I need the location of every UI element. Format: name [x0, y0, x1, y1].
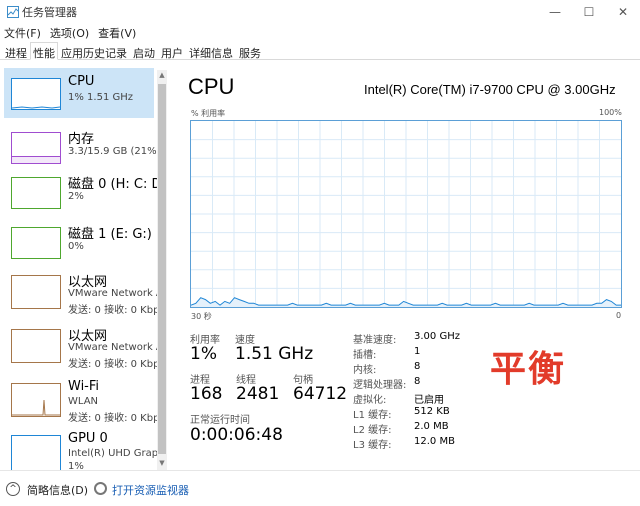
sidebar-item-detail: 3.3/15.9 GB (21%)	[68, 146, 161, 157]
graph-y-max-label: 100%	[599, 108, 622, 117]
sidebar-item-throughput: 发送: 0 接收: 0 Kbp	[68, 359, 160, 370]
cpu-mini-graph	[11, 78, 61, 110]
sidebar-scrollbar-thumb[interactable]	[158, 84, 166, 454]
tab-startup[interactable]: 启动	[130, 42, 158, 60]
tab-performance[interactable]: 性能	[30, 42, 58, 60]
memory-mini-graph-fill	[12, 156, 60, 163]
info-value: 已启用	[414, 395, 444, 406]
sidebar-item-throughput: 发送: 0 接收: 0 Kbp	[68, 305, 160, 316]
chevron-up-icon[interactable]: ^	[6, 482, 20, 496]
sidebar-item-detail: 1% 1.51 GHz	[68, 92, 134, 103]
sidebar-item-disk-1[interactable]: 磁盘 1 (E: G:) 0%	[4, 217, 154, 267]
info-label: 基准速度:	[353, 335, 397, 346]
speed-value: 1.51 GHz	[235, 344, 314, 364]
sidebar-item-throughput: 发送: 0 接收: 0 Kbp	[68, 413, 160, 424]
info-label: 插槽:	[353, 350, 377, 361]
cpu-model-name: Intel(R) Core(TM) i7-9700 CPU @ 3.00GHz	[364, 82, 616, 97]
utilization-value: 1%	[190, 344, 217, 364]
task-manager-app-icon	[7, 6, 19, 18]
scroll-down-arrow-icon[interactable]: ▼	[157, 458, 167, 468]
memory-mini-graph	[11, 132, 61, 164]
resource-sidebar: CPU 1% 1.51 GHz 内存 3.3/15.9 GB (21%) 磁盘 …	[0, 62, 170, 470]
wifi-mini-graph	[11, 383, 61, 417]
close-icon: ✕	[617, 5, 629, 19]
menu-options[interactable]: 选项(O)	[46, 24, 94, 41]
sidebar-item-detail: Intel(R) UHD Graph	[68, 448, 165, 459]
tab-details[interactable]: 详细信息	[186, 42, 236, 60]
cpu-utilization-plot	[190, 121, 621, 307]
info-value: 512 KB	[414, 406, 450, 417]
sidebar-item-usage: 1%	[68, 461, 84, 470]
close-button[interactable]: ✕	[606, 0, 640, 24]
sidebar-item-cpu[interactable]: CPU 1% 1.51 GHz	[4, 68, 154, 118]
info-value: 8	[414, 376, 421, 387]
tab-services[interactable]: 服务	[236, 42, 264, 60]
minimize-button[interactable]: —	[538, 0, 572, 24]
tab-app-history[interactable]: 应用历史记录	[58, 42, 130, 60]
sidebar-item-detail: 2%	[68, 191, 84, 202]
graph-y-axis-label: % 利用率	[191, 109, 226, 118]
sidebar-item-gpu-0[interactable]: GPU 0 Intel(R) UHD Graph 1%	[4, 427, 164, 470]
info-value: 12.0 MB	[414, 436, 455, 447]
info-value: 3.00 GHz	[414, 331, 460, 342]
info-label: L2 缓存:	[353, 425, 392, 436]
minimize-icon: —	[549, 5, 561, 19]
disk0-mini-graph	[11, 177, 61, 209]
info-value: 2.0 MB	[414, 421, 449, 432]
gpu-mini-graph	[11, 435, 61, 470]
sidebar-item-ethernet-2[interactable]: 以太网 VMware Network A 发送: 0 接收: 0 Kbp	[4, 319, 163, 371]
sidebar-item-ethernet-1[interactable]: 以太网 VMware Network A 发送: 0 接收: 0 Kbp	[4, 265, 163, 317]
uptime-label: 正常运行时间	[190, 415, 250, 426]
ethernet2-mini-graph	[11, 329, 61, 363]
info-label: 虚拟化:	[353, 395, 387, 406]
maximize-icon: ☐	[583, 5, 595, 19]
sidebar-item-memory[interactable]: 内存 3.3/15.9 GB (21%)	[4, 122, 161, 172]
resource-monitor-icon	[94, 482, 107, 495]
window-title: 任务管理器	[22, 6, 77, 19]
menu-file[interactable]: 文件(F)	[0, 24, 46, 41]
title-bar: 任务管理器 — ☐ ✕	[0, 0, 640, 24]
scroll-up-arrow-icon[interactable]: ▲	[157, 70, 167, 80]
sidebar-item-detail: VMware Network A	[68, 342, 163, 353]
sidebar-item-name: Wi-Fi	[68, 379, 100, 394]
tab-bar: 进程 性能 应用历史记录 启动 用户 详细信息 服务	[0, 42, 640, 60]
sidebar-item-name: 磁盘 1 (E: G:)	[68, 227, 152, 242]
info-label: 内核:	[353, 365, 377, 376]
sidebar-item-name: GPU 0	[68, 431, 108, 446]
open-resource-monitor-link[interactable]: 打开资源监视器	[112, 482, 189, 498]
sidebar-item-wifi[interactable]: Wi-Fi WLAN 发送: 0 接收: 0 Kbp	[4, 373, 159, 425]
info-label: L3 缓存:	[353, 440, 392, 451]
threads-value: 2481	[236, 384, 280, 404]
wifi-mini-graph-line	[12, 399, 60, 416]
sidebar-item-name: CPU	[68, 74, 95, 89]
footer-bar: ^ 简略信息(D) 打开资源监视器	[0, 470, 640, 506]
handles-value: 64712	[293, 384, 348, 404]
sidebar-item-detail: VMware Network A	[68, 288, 163, 299]
processes-value: 168	[190, 384, 223, 404]
tab-processes[interactable]: 进程	[2, 42, 30, 60]
tab-users[interactable]: 用户	[158, 42, 186, 60]
ethernet1-mini-graph	[11, 275, 61, 309]
info-label: L1 缓存:	[353, 410, 392, 421]
graph-x-right-label: 0	[616, 311, 622, 320]
menu-view[interactable]: 查看(V)	[94, 24, 141, 41]
page-title: CPU	[188, 74, 235, 99]
graph-x-left-label: 30 秒	[191, 312, 212, 321]
sidebar-item-detail: WLAN	[68, 396, 99, 407]
info-value: 8	[414, 361, 421, 372]
sidebar-item-detail: 0%	[68, 241, 84, 252]
cpu-utilization-graph	[190, 120, 622, 308]
sidebar-item-disk-0[interactable]: 磁盘 0 (H: C: D 2%	[4, 167, 162, 217]
fewer-details-button[interactable]: 简略信息(D)	[27, 482, 88, 498]
maximize-button[interactable]: ☐	[572, 0, 606, 24]
uptime-value: 0:00:06:48	[190, 425, 283, 445]
cpu-mini-graph-line	[11, 106, 61, 109]
power-mode-overlay: 平衡	[490, 349, 567, 390]
disk1-mini-graph	[11, 227, 61, 259]
menu-bar: 文件(F) 选项(O) 查看(V)	[0, 24, 640, 41]
sidebar-item-name: 内存	[68, 132, 95, 147]
info-label: 逻辑处理器:	[353, 380, 407, 391]
info-value: 1	[414, 346, 421, 357]
sidebar-item-name: 磁盘 0 (H: C: D	[68, 177, 162, 192]
